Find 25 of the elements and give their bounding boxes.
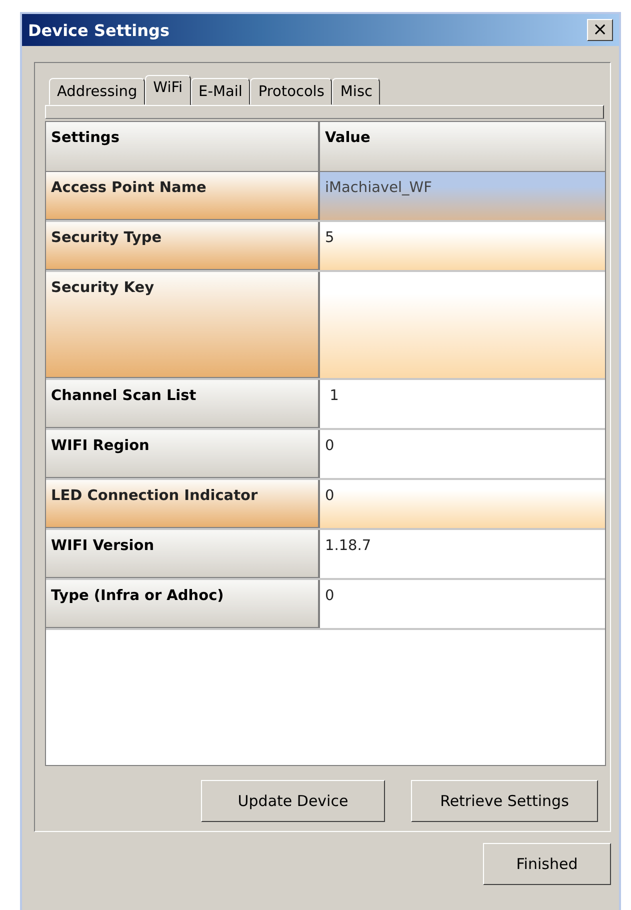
setting-value[interactable]: iMachiavel_WF <box>320 172 605 220</box>
tab[interactable]: Protocols <box>250 78 332 105</box>
setting-name: Security Key <box>46 272 320 378</box>
setting-value[interactable]: 0 <box>320 430 605 478</box>
setting-name: Security Type <box>46 222 320 270</box>
setting-name: WIFI Version <box>46 530 320 578</box>
setting-value[interactable]: 0 <box>320 580 605 628</box>
close-button[interactable]: × <box>587 19 613 41</box>
window-title: Device Settings <box>28 20 170 40</box>
action-button[interactable]: Update Device <box>201 780 385 822</box>
setting-name: Type (Infra or Adhoc) <box>46 580 320 628</box>
setting-name: Access Point Name <box>46 172 320 220</box>
tab[interactable]: Addressing <box>49 78 146 105</box>
setting-value[interactable]: 1 <box>320 380 605 428</box>
setting-name: Channel Scan List <box>46 380 320 428</box>
setting-name: LED Connection Indicator <box>46 480 320 528</box>
column-header: Settings <box>46 122 320 172</box>
finished-button[interactable]: Finished <box>483 843 611 885</box>
tab[interactable]: E-Mail <box>190 78 250 105</box>
tab[interactable]: WiFi <box>145 75 191 106</box>
action-button[interactable]: Retrieve Settings <box>411 780 598 822</box>
tab[interactable]: Misc <box>332 78 380 105</box>
setting-value[interactable]: 1.18.7 <box>320 530 605 578</box>
column-header: Value <box>320 122 605 172</box>
setting-name: WIFI Region <box>46 430 320 478</box>
